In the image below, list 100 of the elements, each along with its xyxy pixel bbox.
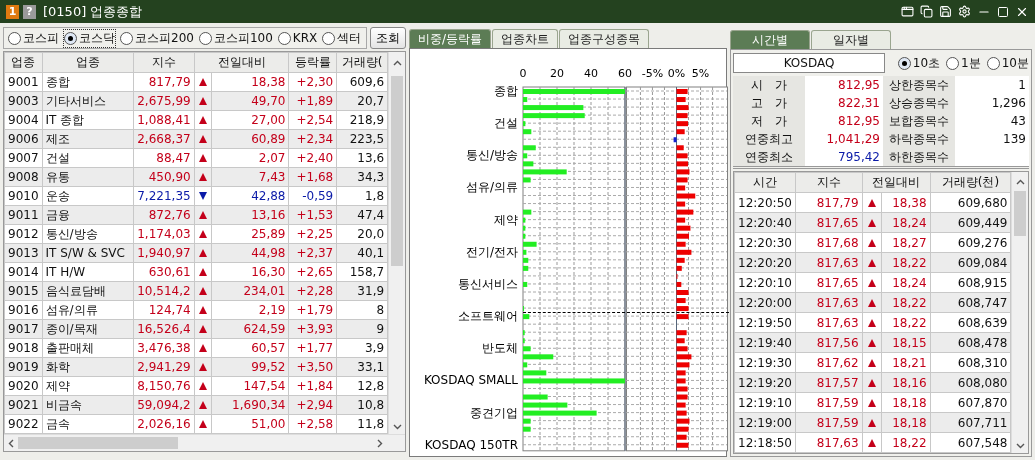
rate-bar: [673, 137, 677, 143]
radio-option[interactable]: 코스피: [8, 29, 59, 47]
copy-icon[interactable]: [920, 5, 933, 18]
radio-option[interactable]: 코스닥: [64, 29, 115, 47]
search-button[interactable]: 조회: [370, 27, 406, 49]
weight-bar: [523, 177, 531, 183]
table-cell: 450,90: [133, 167, 195, 187]
radio-option[interactable]: 섹터: [322, 29, 362, 47]
table-cell: 9011: [4, 205, 43, 225]
weight-bar: [523, 258, 529, 264]
tab[interactable]: 업종차트: [492, 29, 559, 49]
index-name-field[interactable]: KOSDAQ: [733, 53, 885, 73]
table-cell: 608,080: [930, 372, 1011, 393]
tick-label: 0%: [667, 67, 686, 81]
rate-bar: [676, 97, 686, 103]
table-cell: 817,57: [795, 372, 863, 393]
table-cell: +2,65: [289, 262, 337, 282]
weight-bar: [523, 314, 530, 320]
summary-value: 812,95: [805, 112, 883, 130]
tab[interactable]: 일자별: [811, 30, 891, 49]
table-cell: 비금속: [42, 395, 134, 415]
scrollbar-thumb[interactable]: [18, 437, 178, 449]
category-label: 건설: [494, 116, 518, 131]
rate-bar: [676, 426, 689, 432]
table-cell: 18,15: [881, 332, 930, 353]
vertical-scrollbar[interactable]: [1011, 172, 1028, 453]
rate-bar: [676, 225, 691, 231]
table-cell: 9012: [4, 224, 43, 244]
table-cell: 18,24: [881, 212, 930, 233]
scroll-up-icon[interactable]: [1015, 179, 1025, 185]
table-cell: 624,59: [212, 319, 289, 339]
table-cell: -0,59: [289, 186, 337, 206]
scroll-down-icon[interactable]: [1015, 443, 1025, 449]
table-cell: 60,89: [212, 129, 289, 149]
rate-bar: [676, 121, 689, 127]
table-cell: 12,8: [336, 376, 388, 396]
tab[interactable]: 업종구성종목: [559, 29, 650, 49]
horizontal-scrollbar[interactable]: [4, 434, 405, 451]
table-cell: +2,30: [289, 72, 337, 92]
scroll-down-icon[interactable]: [392, 424, 402, 430]
table-cell: 44,98: [212, 243, 289, 263]
save-icon[interactable]: [939, 5, 952, 18]
table-cell: +1,53: [289, 205, 337, 225]
radio-option[interactable]: 코스피200: [120, 29, 194, 47]
table-cell: 통신/방송: [42, 224, 134, 244]
table-cell: 817,65: [795, 272, 863, 293]
settings-icon[interactable]: [958, 5, 971, 18]
category-label: 통신/방송: [465, 148, 518, 163]
rate-bar: [676, 233, 689, 239]
table-cell: 20,0: [336, 224, 388, 244]
table-cell: 99,52: [212, 357, 289, 377]
table-cell: 817,68: [795, 232, 863, 253]
radio-option[interactable]: 코스피100: [198, 29, 273, 47]
table-cell: 9004: [4, 110, 43, 130]
radio-option[interactable]: 10분: [986, 54, 1029, 72]
scroll-right-icon[interactable]: [377, 438, 383, 448]
weight-bar: [523, 426, 531, 432]
table-cell: 817,79: [133, 72, 195, 92]
table-cell: 608,310: [930, 352, 1011, 373]
rate-bar: [676, 185, 686, 191]
summary-label: 저 가: [733, 112, 805, 130]
table-cell: 223,5: [336, 129, 388, 149]
table-cell: 9010: [4, 186, 43, 206]
table-cell: 49,70: [212, 91, 289, 111]
radio-option[interactable]: KRX: [277, 31, 318, 45]
scrollbar-thumb[interactable]: [391, 76, 404, 266]
tab[interactable]: 시간별: [730, 30, 810, 49]
table-cell: 18,22: [881, 292, 930, 313]
scroll-up-icon[interactable]: [392, 60, 402, 66]
radio-option[interactable]: 1분: [946, 54, 981, 72]
vertical-scrollbar[interactable]: [388, 52, 405, 434]
summary-value: 822,31: [805, 94, 883, 112]
radio-option[interactable]: 10초: [897, 54, 941, 72]
table-cell: 12:18:50: [734, 432, 796, 453]
scroll-left-icon[interactable]: [8, 438, 14, 448]
window-icon[interactable]: [901, 5, 914, 18]
weight-bar: [523, 402, 568, 408]
table-cell: 34,3: [336, 167, 388, 187]
rate-bar: [676, 394, 688, 400]
rate-bar: [676, 201, 686, 207]
table-cell: 9: [336, 319, 388, 339]
table-cell: 9001: [4, 72, 43, 92]
rate-bar: [676, 386, 688, 392]
weight-bar: [523, 362, 528, 368]
table-cell: 18,22: [881, 432, 930, 453]
rate-bar: [676, 177, 688, 183]
category-label: 통신서비스: [458, 277, 518, 292]
table-cell: +1,77: [289, 338, 337, 358]
maximize-icon[interactable]: [997, 5, 1009, 18]
scrollbar-thumb[interactable]: [1014, 191, 1027, 236]
tab[interactable]: 비중/등락률: [409, 29, 492, 49]
count-value: 43: [955, 112, 1029, 130]
rate-bar: [676, 354, 692, 360]
rate-bar: [676, 217, 686, 223]
table-cell: 817,59: [795, 412, 863, 433]
table-cell: 18,21: [881, 352, 930, 373]
summary-value: 795,42: [805, 148, 883, 166]
rate-bar: [676, 370, 686, 376]
table-cell: +3,93: [289, 319, 337, 339]
category-label: 섬유/의류: [465, 180, 518, 195]
